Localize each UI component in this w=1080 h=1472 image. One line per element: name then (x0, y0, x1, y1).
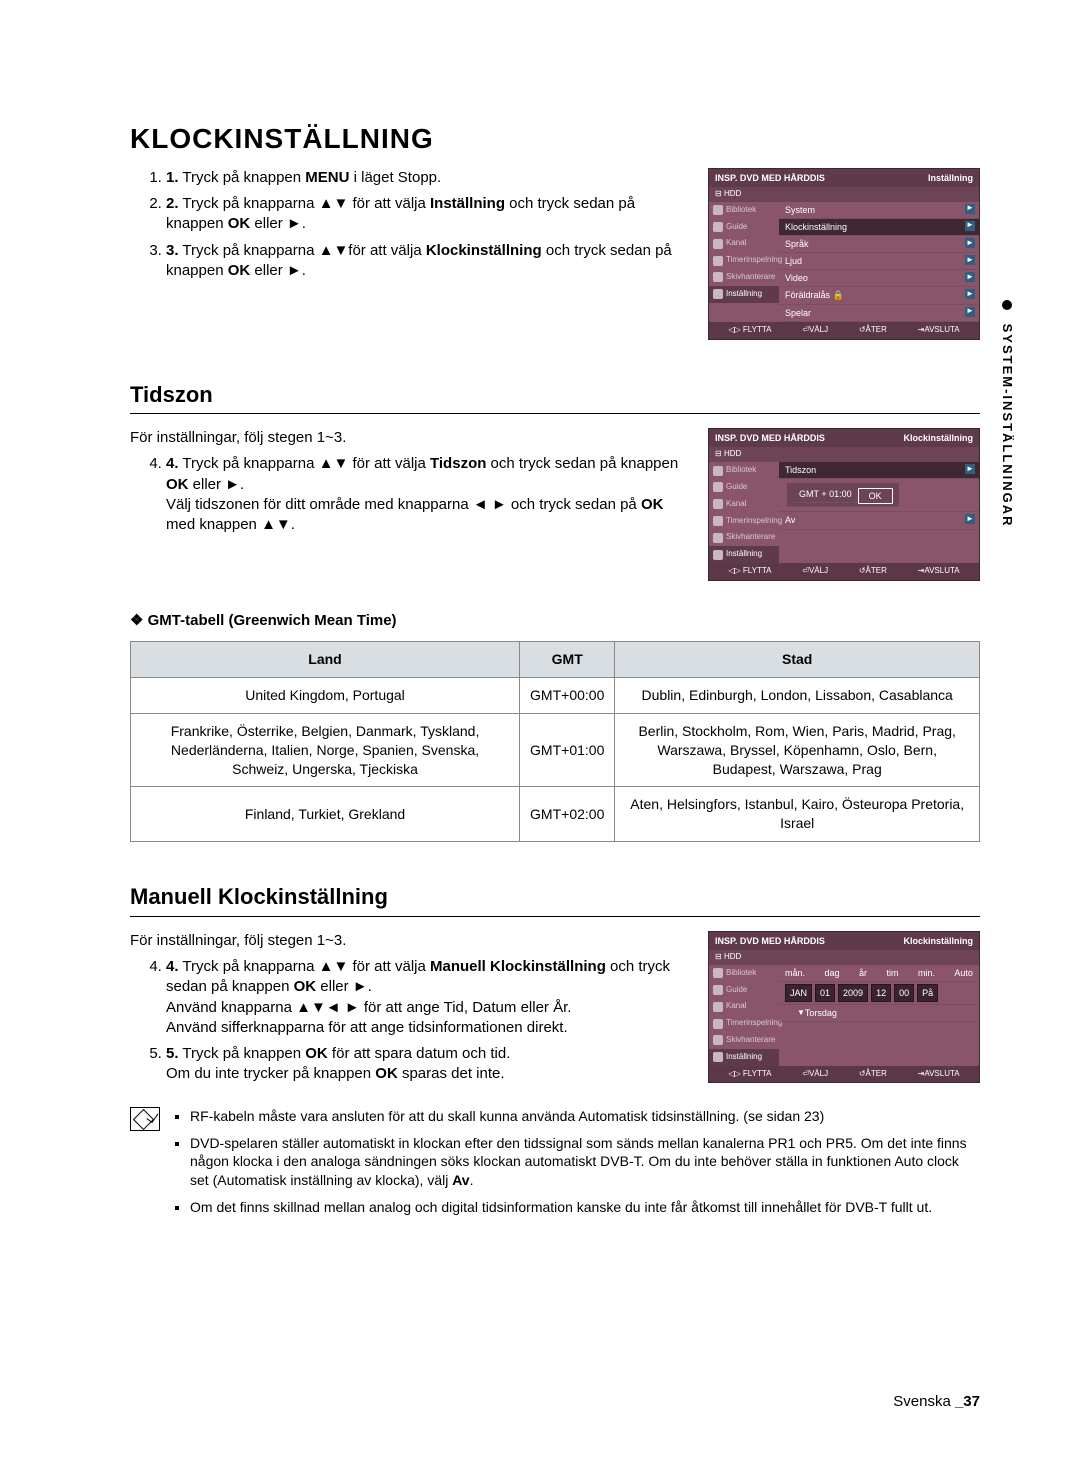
notes-block: RF-kabeln måste vara ansluten för att du… (130, 1107, 980, 1225)
note-icon (130, 1107, 160, 1131)
osd-manuell: INSP. DVD MED HÅRDDISKlockinställning ⊟ … (708, 931, 980, 1084)
steps-top: 1. Tryck på knappen MENU i läget Stopp. … (130, 168, 688, 281)
note-item: DVD-spelaren ställer automatiskt in kloc… (190, 1134, 980, 1191)
manuell-steps: 4. Tryck på knapparna ▲▼ för att välja M… (130, 957, 688, 1085)
step-3: 3. Tryck på knapparna ▲▼för att välja Kl… (166, 241, 688, 282)
osd-menu-item: Klockinställning► (779, 219, 979, 236)
osd-menu-item: Språk► (779, 236, 979, 253)
tidszon-intro: För inställningar, följ stegen 1~3. (130, 428, 688, 448)
gmt-table: Land GMT Stad United Kingdom, PortugalGM… (130, 641, 980, 842)
gmt-th-stad: Stad (615, 641, 980, 677)
gmt-th-land: Land (131, 641, 520, 677)
osd-menu-item: Föräldralås 🔒► (779, 287, 979, 304)
osd-side-item: Guide (709, 219, 779, 236)
osd-menu-item: System► (779, 202, 979, 219)
page-title: KLOCKINSTÄLLNING (130, 120, 980, 158)
step-2: 2. Tryck på knapparna ▲▼ för att välja I… (166, 194, 688, 235)
gmt-th-gmt: GMT (520, 641, 615, 677)
osd-menu-item: Ljud► (779, 253, 979, 270)
note-item: Om det finns skillnad mellan analog och … (190, 1198, 980, 1217)
tidszon-steps: 4. Tryck på knapparna ▲▼ för att välja T… (130, 454, 688, 535)
osd-side-item: Kanal (709, 235, 779, 252)
section-tab: SYSTEM-INSTÄLLNINGAR (998, 300, 1016, 528)
tab-dot-icon (1002, 300, 1012, 310)
gmt-table-title: ❖ GMT-tabell (Greenwich Mean Time) (130, 611, 980, 631)
table-row: Frankrike, Österrike, Belgien, Danmark, … (131, 713, 980, 787)
osd-menu-item: Spelar► (779, 305, 979, 322)
manuell-intro: För inställningar, följ stegen 1~3. (130, 931, 688, 951)
osd-side-item: Bibliotek (709, 202, 779, 219)
tidszon-heading: Tidszon (130, 380, 980, 415)
step-1: 1. Tryck på knappen MENU i läget Stopp. (166, 168, 688, 188)
manuell-step-5: 5. Tryck på knappen OK för att spara dat… (166, 1044, 688, 1085)
manuell-heading: Manuell Klockinställning (130, 882, 980, 917)
section-tab-text: SYSTEM-INSTÄLLNINGAR (1000, 324, 1015, 528)
manuell-step-4: 4. Tryck på knapparna ▲▼ för att välja M… (166, 957, 688, 1038)
osd-side-item: Skivhanterare (709, 269, 779, 286)
table-row: United Kingdom, PortugalGMT+00:00Dublin,… (131, 677, 980, 713)
osd-settings-menu: INSP. DVD MED HÅRDDISInställning ⊟ HDD B… (708, 168, 980, 340)
osd-menu-item: Video► (779, 270, 979, 287)
osd-side-item: Timerinspelning (709, 252, 779, 269)
osd-tidszon: INSP. DVD MED HÅRDDISKlockinställning ⊟ … (708, 428, 980, 581)
tidszon-step-4: 4. Tryck på knapparna ▲▼ för att välja T… (166, 454, 688, 535)
osd-side-item: Inställning (709, 286, 779, 303)
note-item: RF-kabeln måste vara ansluten för att du… (190, 1107, 980, 1126)
page-footer: Svenska _37 (893, 1392, 980, 1412)
table-row: Finland, Turkiet, GreklandGMT+02:00Aten,… (131, 787, 980, 842)
